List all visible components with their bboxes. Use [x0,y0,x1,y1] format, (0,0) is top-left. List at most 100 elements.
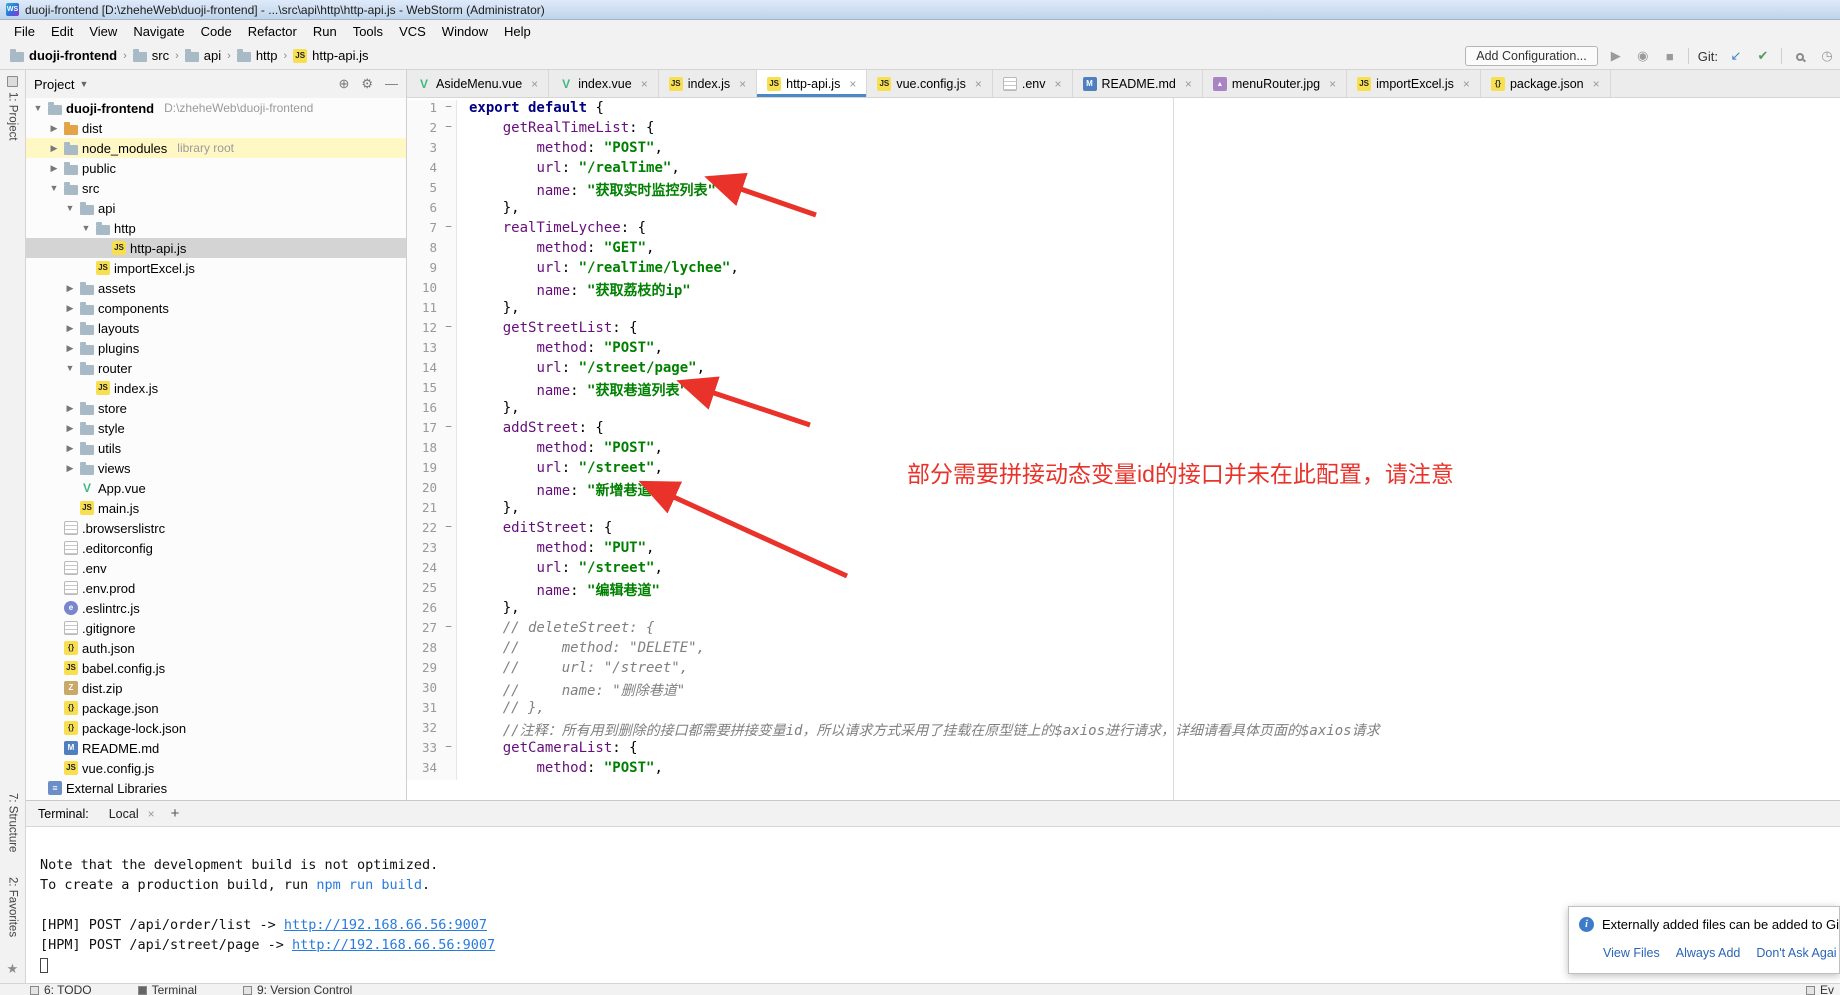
project-panel-title[interactable]: Project [34,77,74,92]
editor-tab-menuRouter.jpg[interactable]: ▲menuRouter.jpg× [1203,70,1347,97]
close-icon[interactable]: × [531,77,538,91]
tree-item-.env[interactable]: .env [26,558,406,578]
tree-expand-icon[interactable]: ▶ [64,343,76,354]
fold-marker[interactable]: − [441,740,456,760]
menu-item-refactor[interactable]: Refactor [240,22,305,41]
tree-item-node_modules[interactable]: ▶node_moduleslibrary root [26,138,406,158]
tool-button-structure[interactable]: 7: Structure [7,793,19,852]
statusbar-right[interactable]: Ev [1806,984,1840,995]
tree-expand-icon[interactable]: ▶ [48,143,60,154]
menu-item-code[interactable]: Code [193,22,240,41]
breadcrumb-item[interactable]: src [133,48,169,63]
tree-item-App.vue[interactable]: VApp.vue [26,478,406,498]
terminal-tab-local[interactable]: Local × [103,805,161,823]
fold-marker[interactable]: − [441,620,456,640]
tree-item-src[interactable]: ▼src [26,178,406,198]
tree-item-README.md[interactable]: MREADME.md [26,738,406,758]
close-icon[interactable]: × [739,77,746,91]
tree-item-auth.json[interactable]: {}auth.json [26,638,406,658]
chevron-down-icon[interactable]: ▼ [79,79,88,89]
close-icon[interactable]: × [849,77,856,91]
tree-expand-icon[interactable]: ▶ [48,123,60,134]
tree-expand-icon[interactable]: ▼ [64,203,76,213]
editor[interactable]: 1−export default {2− getRealTimeList: {3… [406,98,1840,800]
tree-item-package.json[interactable]: {}package.json [26,698,406,718]
tool-button-favorites[interactable]: 2: Favorites [7,877,19,937]
tool-button-project[interactable]: 1: Project [7,76,19,141]
tree-item-.gitignore[interactable]: .gitignore [26,618,406,638]
fold-marker[interactable]: − [441,100,456,120]
tree-item-layouts[interactable]: ▶layouts [26,318,406,338]
editor-tab-vue.config.js[interactable]: JSvue.config.js× [867,70,993,97]
debug-icon[interactable]: ◉ [1634,48,1652,64]
editor-tab-index.js[interactable]: JSindex.js× [659,70,757,97]
breadcrumb-item[interactable]: duoji-frontend [10,48,117,63]
settings-icon[interactable]: ⚙ [361,76,373,92]
tree-item-api[interactable]: ▼api [26,198,406,218]
fold-marker[interactable]: − [441,420,456,440]
git-commit-icon[interactable]: ✔ [1754,48,1772,64]
tree-expand-icon[interactable]: ▶ [64,403,76,414]
tree-item-index.js[interactable]: JSindex.js [26,378,406,398]
notification-action-always-add[interactable]: Always Add [1676,946,1741,960]
tree-expand-icon[interactable]: ▼ [32,103,44,113]
editor-tab-importExcel.js[interactable]: JSimportExcel.js× [1347,70,1481,97]
tree-item-babel.config.js[interactable]: JSbabel.config.js [26,658,406,678]
favorites-star-icon[interactable]: ★ [7,961,19,977]
tree-item-dist.zip[interactable]: Zdist.zip [26,678,406,698]
tree-expand-icon[interactable]: ▶ [64,423,76,434]
terminal-link[interactable]: http://192.168.66.56:9007 [292,937,495,953]
tree-item-.editorconfig[interactable]: .editorconfig [26,538,406,558]
tree-item-http-api.js[interactable]: JShttp-api.js [26,238,406,258]
menu-item-navigate[interactable]: Navigate [125,22,192,41]
tree-item-importExcel.js[interactable]: JSimportExcel.js [26,258,406,278]
tree-item-vue.config.js[interactable]: JSvue.config.js [26,758,406,778]
statusbar-item-terminal[interactable]: Terminal [138,984,197,995]
tree-expand-icon[interactable]: ▶ [64,303,76,314]
tree-item-.browserslistrc[interactable]: .browserslistrc [26,518,406,538]
tree-item-router[interactable]: ▼router [26,358,406,378]
breadcrumb-item[interactable]: api [185,48,221,63]
fold-marker[interactable]: − [441,320,456,340]
close-icon[interactable]: × [975,77,982,91]
code-area[interactable]: 1−export default {2− getRealTimeList: {3… [407,98,1840,780]
fold-marker[interactable]: − [441,220,456,240]
menu-item-edit[interactable]: Edit [43,22,81,41]
close-icon[interactable]: × [148,807,155,821]
editor-tab-http-api.js[interactable]: JShttp-api.js× [757,70,867,97]
tree-item-public[interactable]: ▶public [26,158,406,178]
tree-item-duoji-frontend[interactable]: ▼duoji-frontendD:\zheheWeb\duoji-fronten… [26,98,406,118]
tree-expand-icon[interactable]: ▶ [64,283,76,294]
tree-expand-icon[interactable]: ▶ [64,443,76,454]
close-icon[interactable]: × [1185,77,1192,91]
close-icon[interactable]: × [1463,77,1470,91]
tree-item-assets[interactable]: ▶assets [26,278,406,298]
tree-expand-icon[interactable]: ▼ [48,183,60,193]
new-terminal-session-icon[interactable]: + [171,805,180,822]
close-icon[interactable]: × [1329,77,1336,91]
statusbar-item-vcs[interactable]: 9: Version Control [243,984,352,995]
tree-item-dist[interactable]: ▶dist [26,118,406,138]
fold-marker[interactable]: − [441,120,456,140]
close-icon[interactable]: × [1054,77,1061,91]
tree-item-External-Libraries[interactable]: ≡External Libraries [26,778,406,798]
tree-expand-icon[interactable]: ▼ [80,223,92,233]
editor-tab-.env[interactable]: .env× [993,70,1073,97]
terminal-link[interactable]: http://192.168.66.56:9007 [284,917,487,933]
recent-locations-icon[interactable]: ◷ [1818,48,1836,64]
tree-item-store[interactable]: ▶store [26,398,406,418]
tree-item-utils[interactable]: ▶utils [26,438,406,458]
tree-item-style[interactable]: ▶style [26,418,406,438]
add-configuration-button[interactable]: Add Configuration... [1465,46,1598,66]
tree-item-views[interactable]: ▶views [26,458,406,478]
editor-tab-README.md[interactable]: MREADME.md× [1073,70,1203,97]
notification-action-view-files[interactable]: View Files [1603,946,1660,960]
search-everywhere-icon[interactable] [1791,49,1809,64]
statusbar-item-todo[interactable]: 6: TODO [30,984,92,995]
tree-item-main.js[interactable]: JSmain.js [26,498,406,518]
tree-item-plugins[interactable]: ▶plugins [26,338,406,358]
locate-file-icon[interactable]: ⊕ [338,76,349,92]
menu-item-file[interactable]: File [6,22,43,41]
editor-tab-index.vue[interactable]: Vindex.vue× [549,70,659,97]
tree-expand-icon[interactable]: ▶ [64,323,76,334]
